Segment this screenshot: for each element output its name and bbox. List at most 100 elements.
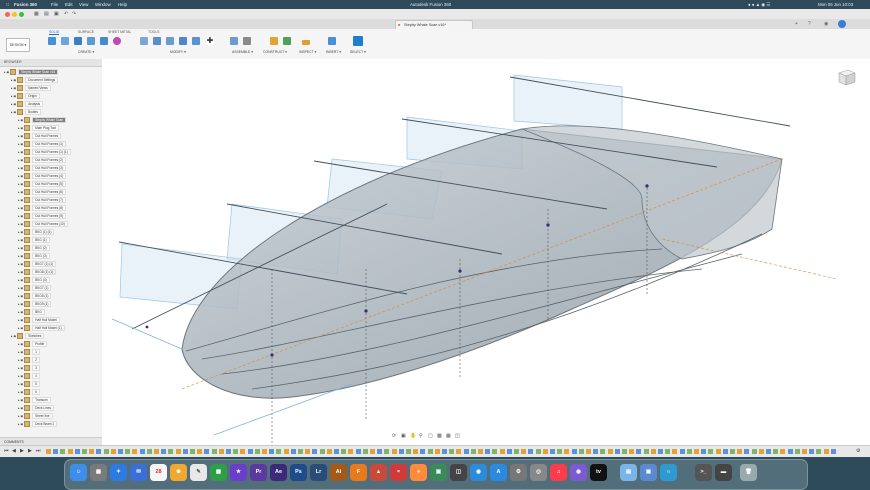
app-icon-gray[interactable]: ◎ [530, 464, 547, 481]
zoom-icon[interactable]: ⚲ [419, 433, 423, 439]
timeline-feature-icon[interactable] [672, 449, 678, 454]
timeline-feature-icon[interactable] [470, 449, 476, 454]
grid-icon[interactable]: ▦ [34, 11, 39, 17]
fit-icon[interactable]: ▢ [428, 433, 433, 439]
zoom-window-button[interactable] [19, 12, 24, 17]
timeline-feature-icon[interactable] [809, 449, 815, 454]
browser-item[interactable]: ▸ ◉ BKG7 (1) [18, 285, 52, 291]
grid-settings-icon[interactable]: ▦ [446, 433, 451, 439]
browser-item[interactable]: ▸ ◉ Half Hull Model (1) [18, 325, 65, 331]
timeline-feature-icon[interactable] [528, 449, 534, 454]
create-menu[interactable]: CREATE ▾ [78, 50, 94, 54]
shell-icon[interactable] [179, 37, 187, 45]
podcasts-icon[interactable]: ◉ [570, 464, 587, 481]
app-icon-green[interactable]: ▣ [430, 464, 447, 481]
timeline-feature-icon[interactable] [456, 449, 462, 454]
browser-item[interactable]: ▸ ◉ BKG (1) [18, 237, 50, 243]
view-cube[interactable] [835, 66, 857, 88]
timeline-feature-icon[interactable] [636, 449, 642, 454]
timeline-feature-icon[interactable] [125, 449, 131, 454]
photos-icon[interactable]: ❀ [170, 464, 187, 481]
measure-icon[interactable] [302, 40, 310, 45]
timeline-feature-icon[interactable] [463, 449, 469, 454]
app-icon-window[interactable]: ▣ [640, 464, 657, 481]
timeline-feature-icon[interactable] [283, 449, 289, 454]
timeline-feature-icon[interactable] [96, 449, 102, 454]
timeline-feature-icon[interactable] [161, 449, 167, 454]
timeline-feature-icon[interactable] [823, 449, 829, 454]
app-icon-cyan[interactable]: ☼ [660, 464, 677, 481]
numbers-icon[interactable]: ▩ [210, 464, 227, 481]
tab-sheet-metal[interactable]: SHEET METAL [108, 30, 131, 34]
timeline-feature-icon[interactable] [319, 449, 325, 454]
timeline-feature-icon[interactable] [154, 449, 159, 454]
browser-item[interactable]: ▸ ◉ Cut Hull Frames [18, 133, 62, 139]
adobe-photoshop-icon[interactable]: Ps [290, 464, 307, 481]
timeline-feature-icon[interactable] [60, 449, 66, 454]
timeline-feature-icon[interactable] [118, 449, 123, 454]
timeline-feature-icon[interactable] [211, 449, 217, 454]
browser-item[interactable]: ▸ ◉ Cut Hull Frames (10) [18, 221, 68, 227]
app-icon-dark[interactable]: ◫ [450, 464, 467, 481]
timeline-feature-icon[interactable] [146, 449, 152, 454]
timeline-feature-icon[interactable] [816, 449, 822, 454]
timeline-feature-icon[interactable] [802, 449, 807, 454]
browser-item[interactable]: ▸ ◉ Deck Lines [18, 405, 54, 411]
revolve-icon[interactable] [87, 37, 95, 45]
timeline-feature-icon[interactable] [492, 449, 498, 454]
adobe-premiere-icon[interactable]: Pr [250, 464, 267, 481]
timeline-feature-icon[interactable] [190, 449, 195, 454]
browser-item[interactable]: ▸ ◉ 1 [18, 349, 40, 355]
browser-item[interactable]: ▸ ◉ Named Views [11, 85, 51, 91]
timeline-feature-icon[interactable] [168, 449, 174, 454]
timeline-feature-icon[interactable] [240, 449, 246, 454]
browser-item[interactable]: ▸ ◉ BKG (2) [18, 245, 50, 251]
move-icon[interactable]: ✚ [206, 37, 214, 45]
add-tab-icon[interactable]: + [795, 21, 798, 27]
timeline-feature-icon[interactable] [326, 449, 332, 454]
browser-item[interactable]: ▸ ◉ Deck Beam 2 [18, 421, 58, 427]
star-app-icon[interactable]: ★ [230, 464, 247, 481]
timeline-feature-icon[interactable] [334, 449, 339, 454]
timeline-feature-icon[interactable] [355, 449, 361, 454]
help-icon[interactable]: ? [808, 21, 811, 27]
timeline-feature-icon[interactable] [434, 449, 440, 454]
apple-tv-icon[interactable]: tv [590, 464, 607, 481]
chamfer-icon[interactable] [166, 37, 174, 45]
browser-item[interactable]: ▸ ◉ Half Hull Model [18, 317, 60, 323]
timeline-feature-icon[interactable] [614, 449, 620, 454]
timeline-feature-icon[interactable] [182, 449, 188, 454]
timeline-feature-icon[interactable] [600, 449, 606, 454]
timeline-feature-icon[interactable] [766, 449, 771, 454]
file-icon[interactable]: ▤ [44, 11, 49, 17]
browser-item[interactable]: ▸ ◉ Cut Hull Frames (5) [18, 181, 66, 187]
fillet-icon[interactable] [153, 37, 161, 45]
timeline-feature-icon[interactable] [413, 449, 419, 454]
timeline-feature-icon[interactable] [449, 449, 455, 454]
form-icon[interactable] [113, 37, 121, 45]
timeline-feature-icon[interactable] [398, 449, 404, 454]
browser-item[interactable]: ▸ ◉ Profile [18, 341, 48, 347]
orbit-icon[interactable]: ⟳ [392, 433, 396, 439]
browser-item[interactable]: ▸ ◉ Origin [11, 93, 40, 99]
viewports-icon[interactable]: ◫ [455, 433, 460, 439]
timeline-feature-icon[interactable] [758, 449, 764, 454]
timeline-feature-icon[interactable] [46, 449, 51, 454]
menu-window[interactable]: Window [95, 2, 111, 7]
tab-solid[interactable]: SOLID [49, 30, 60, 35]
timeline-settings-icon[interactable]: ⚙ [856, 448, 860, 454]
timeline-play-icon[interactable]: ▶ [20, 448, 24, 454]
timeline-feature-icon[interactable] [643, 449, 649, 454]
timeline-feature-icon[interactable] [53, 449, 59, 454]
menu-file[interactable]: File [51, 2, 58, 7]
timeline-feature-icon[interactable] [384, 449, 390, 454]
timeline-feature-icon[interactable] [557, 449, 563, 454]
timeline-feature-icon[interactable] [622, 449, 627, 454]
timeline-feature-icon[interactable] [629, 449, 635, 454]
timeline-feature-icon[interactable] [89, 449, 95, 454]
extrude-icon[interactable] [74, 37, 82, 45]
safari-icon[interactable]: ✦ [110, 464, 127, 481]
avatar[interactable] [838, 20, 846, 28]
timeline-feature-icon[interactable] [571, 449, 577, 454]
timeline-feature-icon[interactable] [82, 449, 87, 454]
